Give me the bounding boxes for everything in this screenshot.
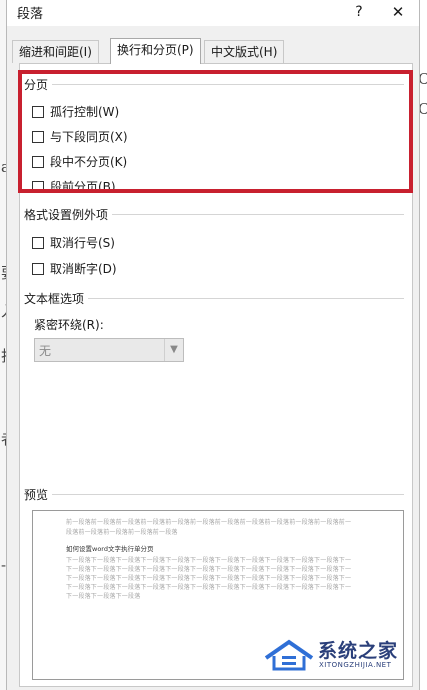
preview-current-paragraph: 如何设置word文字执行单分页 [66, 545, 154, 553]
preview-group-title: 预览 [24, 488, 49, 502]
preview-previous-paragraph: 前一段落前一段落前一段落前一段落前一段落前一段落前一段落前一段落前一段落前一段落… [66, 519, 352, 526]
textbox-options-group-title: 文本框选项 [24, 292, 85, 306]
title-bar[interactable]: 段落 ? ✕ [7, 0, 419, 26]
preview-next-paragraph: 下一段落下一段落下一段落下一段落下一段落下一段落下一段落下一段落下一段落下一段落… [66, 584, 352, 591]
group-divider [88, 298, 404, 299]
tight-wrap-label: 紧密环绕(R): [34, 318, 104, 332]
format-exceptions-group-title: 格式设置例外项 [24, 208, 109, 222]
watermark-url: XITONGZHIJIA.NET [319, 661, 392, 669]
preview-next-paragraph: 下一段落下一段落下一段落下一段落下一段落下一段落下一段落下一段落下一段落下一段落… [66, 566, 352, 573]
red-highlight-box [18, 70, 413, 193]
preview-previous-paragraph: 段落前一段落前一段落前一段落前一段落 [66, 529, 178, 536]
preview-next-paragraph: 下一段落下一段落下一段落下一段落下一段落下一段落下一段落下一段落下一段落下一段落… [66, 575, 352, 582]
group-divider [112, 214, 404, 215]
suppress-line-numbers-option[interactable]: 取消行号(S) [32, 234, 115, 252]
tab-line-page-breaks[interactable]: 换行和分页(P) [110, 38, 201, 64]
house-logo-icon [264, 639, 314, 671]
select-value: 无 [39, 344, 52, 358]
preview-next-paragraph: 下一段落下一段落下一段落 [66, 593, 141, 600]
tab-asian-typography[interactable]: 中文版式(H) [204, 40, 285, 63]
checkbox[interactable] [32, 263, 44, 275]
checkbox[interactable] [32, 237, 44, 249]
chevron-down-icon[interactable]: ▼ [164, 339, 183, 361]
close-button[interactable]: ✕ [385, 0, 411, 24]
dialog-title: 段落 [17, 7, 44, 22]
help-button[interactable]: ? [347, 0, 371, 24]
dont-hyphenate-option[interactable]: 取消断字(D) [32, 260, 117, 278]
tight-wrap-select[interactable]: 无 ▼ [34, 338, 184, 362]
watermark-text: 系统之家 [318, 640, 399, 662]
group-divider [52, 494, 404, 495]
tab-indents-spacing[interactable]: 缩进和间距(I) [12, 40, 99, 63]
option-label: 取消行号(S) [50, 236, 115, 250]
option-label: 取消断字(D) [50, 262, 117, 276]
site-watermark: 系统之家 XITONGZHIJIA.NET [262, 636, 422, 676]
preview-next-paragraph: 下一段落下一段落下一段落下一段落下一段落下一段落下一段落下一段落下一段落下一段落… [66, 557, 352, 564]
